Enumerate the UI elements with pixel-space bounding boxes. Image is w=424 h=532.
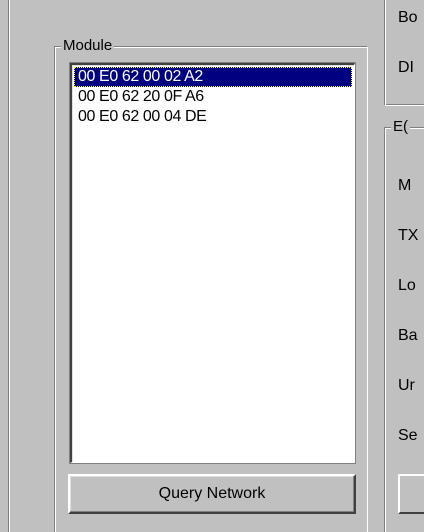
dialog-window: Module 00 E0 62 00 02 A2 00 E0 62 20 0F … xyxy=(0,0,424,532)
module-list-item[interactable]: 00 E0 62 00 02 A2 xyxy=(74,67,352,87)
module-list-item[interactable]: 00 E0 62 20 0F A6 xyxy=(74,87,352,107)
module-group-legend: Module xyxy=(61,37,115,55)
module-list-item[interactable]: 00 E0 62 00 04 DE xyxy=(74,107,352,127)
left-divider xyxy=(8,0,10,532)
top-right-groupbox xyxy=(384,0,424,106)
right-top-label: Bo xyxy=(398,9,418,26)
right-top-label: DI xyxy=(398,59,414,76)
right-panel-button[interactable] xyxy=(398,474,424,514)
lower-right-groupbox: E( xyxy=(384,118,424,532)
right-field-label: M xyxy=(398,177,412,194)
lower-right-group-legend: E( xyxy=(391,118,410,136)
right-field-label: Se xyxy=(398,427,418,444)
module-listbox[interactable]: 00 E0 62 00 02 A2 00 E0 62 20 0F A6 00 E… xyxy=(69,62,356,464)
right-field-label: TX xyxy=(398,227,419,244)
query-network-button[interactable]: Query Network xyxy=(68,474,356,514)
right-field-label: Lo xyxy=(398,277,416,294)
right-field-label: Ba xyxy=(398,327,418,344)
right-field-label: Ur xyxy=(398,377,415,394)
